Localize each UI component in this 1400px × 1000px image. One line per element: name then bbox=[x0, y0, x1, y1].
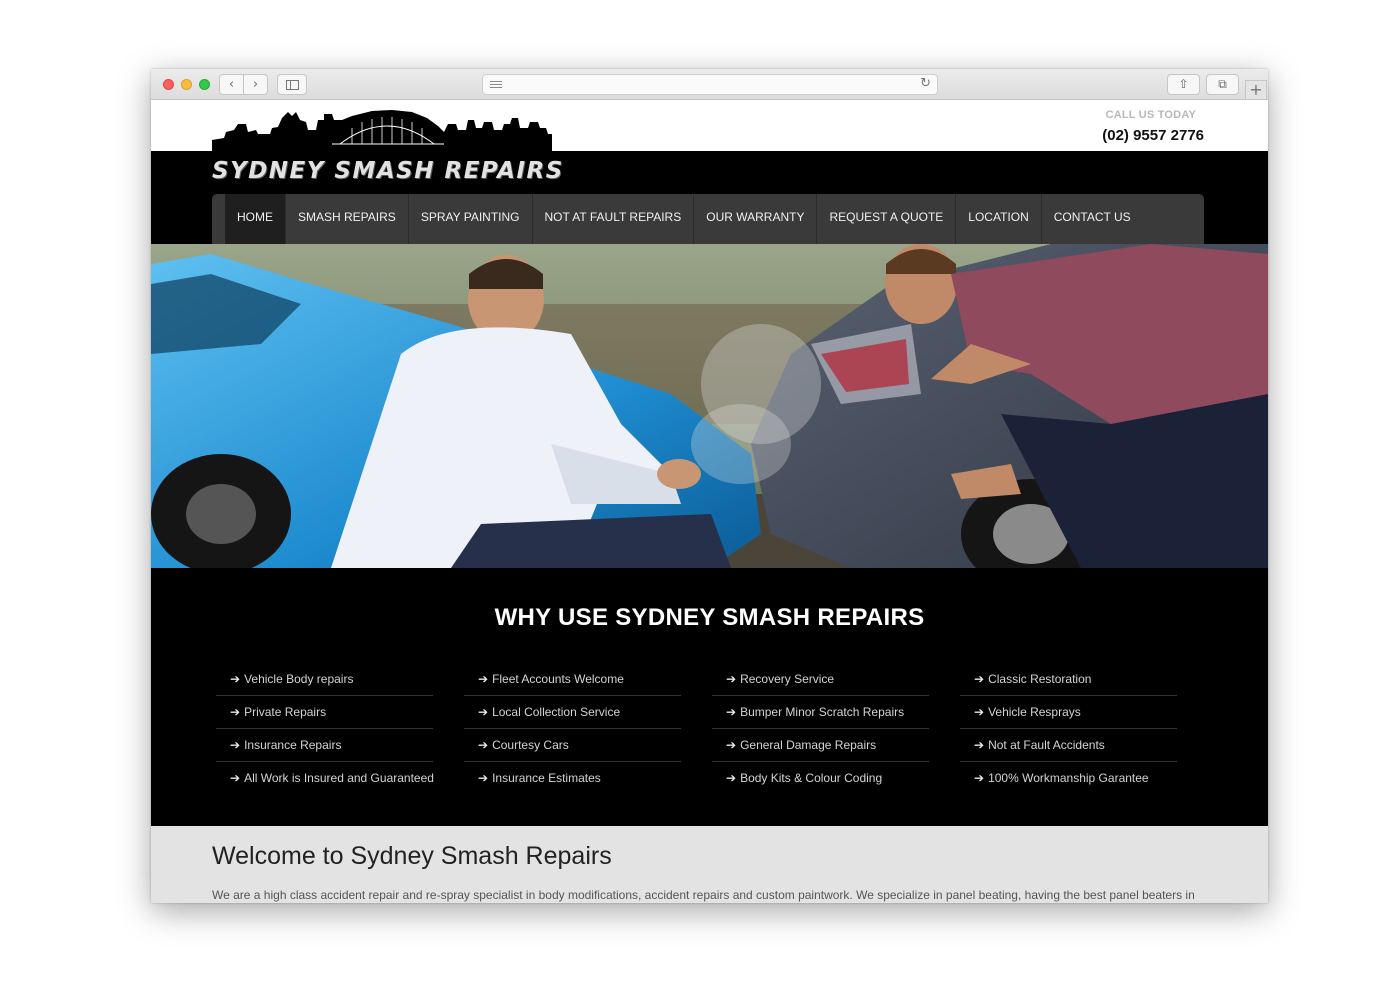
welcome-text: We are a high class accident repair and … bbox=[212, 888, 1195, 902]
feature-label: Bumper Minor Scratch Repairs bbox=[740, 705, 905, 719]
feature-label: All Work is Insured and Guaranteed bbox=[244, 771, 434, 785]
tabs-icon[interactable]: ⧉ bbox=[1206, 74, 1239, 95]
reader-icon[interactable] bbox=[490, 81, 502, 89]
arrow-right-icon: ➔ bbox=[974, 738, 985, 752]
feature-list-item: ➔ Classic Restoration bbox=[960, 663, 1177, 696]
forward-icon[interactable]: › bbox=[244, 75, 267, 94]
feature-list-item: ➔ Local Collection Service bbox=[464, 696, 681, 729]
feature-label: Private Repairs bbox=[244, 705, 327, 719]
arrow-right-icon: ➔ bbox=[230, 738, 241, 752]
arrow-right-icon: ➔ bbox=[974, 672, 985, 686]
nav-item-home[interactable]: HOME bbox=[225, 194, 286, 244]
welcome-heading: Welcome to Sydney Smash Repairs bbox=[212, 842, 612, 870]
welcome-section: Welcome to Sydney Smash Repairs We are a… bbox=[151, 826, 1268, 903]
arrow-right-icon: ➔ bbox=[726, 705, 737, 719]
nav-item-smash-repairs[interactable]: SMASH REPAIRS bbox=[286, 194, 409, 244]
sidebar-icon bbox=[286, 80, 299, 90]
arrow-right-icon: ➔ bbox=[478, 705, 489, 719]
arrow-right-icon: ➔ bbox=[230, 771, 241, 785]
feature-list-item: ➔ Insurance Repairs bbox=[216, 729, 433, 762]
feature-list-item: ➔ 100% Workmanship Garantee bbox=[960, 762, 1177, 795]
arrow-right-icon: ➔ bbox=[726, 738, 737, 752]
feature-list-item: ➔ Fleet Accounts Welcome bbox=[464, 663, 681, 696]
arrow-right-icon: ➔ bbox=[974, 705, 985, 719]
phone-number[interactable]: (02) 9557 2776 bbox=[1102, 127, 1204, 144]
reload-icon[interactable]: ↻ bbox=[920, 76, 931, 91]
feature-label: Body Kits & Colour Coding bbox=[740, 771, 883, 785]
feature-label: Insurance Estimates bbox=[492, 771, 601, 785]
nav-item-request-a-quote[interactable]: REQUEST A QUOTE bbox=[817, 194, 957, 244]
sidebar-toggle-button[interactable] bbox=[277, 74, 307, 95]
feature-label: Classic Restoration bbox=[988, 672, 1092, 686]
zoom-window-button[interactable] bbox=[199, 79, 210, 90]
feature-label: Courtesy Cars bbox=[492, 738, 569, 752]
feature-list-item: ➔ Bumper Minor Scratch Repairs bbox=[712, 696, 929, 729]
arrow-right-icon: ➔ bbox=[726, 672, 737, 686]
history-nav: ‹ › bbox=[219, 74, 268, 95]
feature-label: General Damage Repairs bbox=[740, 738, 877, 752]
why-use-section: WHY USE SYDNEY SMASH REPAIRS ➔ Vehicle Bo… bbox=[151, 568, 1268, 826]
arrow-right-icon: ➔ bbox=[478, 738, 489, 752]
main-navigation: HOME SMASH REPAIRS SPRAY PAINTING NOT AT FA… bbox=[212, 194, 1204, 244]
website: CALL US TODAY (02) 9557 2776 SYDNEY SMAS… bbox=[151, 100, 1268, 903]
feature-list-item: ➔ Vehicle Body repairs bbox=[216, 663, 433, 696]
back-icon[interactable]: ‹ bbox=[220, 75, 244, 94]
nav-item-spray-painting[interactable]: SPRAY PAINTING bbox=[409, 194, 533, 244]
address-bar[interactable]: ↻ bbox=[482, 74, 938, 95]
feature-label: Insurance Repairs bbox=[244, 738, 342, 752]
features-column: ➔ Vehicle Body repairs ➔ Private Repairs ➔ In… bbox=[216, 663, 434, 795]
features-column: ➔ Classic Restoration ➔ Vehicle Resprays ➔ No… bbox=[960, 663, 1177, 795]
nav-item-contact-us[interactable]: CONTACT US bbox=[1042, 194, 1143, 244]
feature-label: Not at Fault Accidents bbox=[988, 738, 1105, 752]
feature-list-item: ➔ Body Kits & Colour Coding bbox=[712, 762, 929, 795]
site-logo-text[interactable]: SYDNEY SMASH REPAIRS bbox=[212, 158, 562, 184]
browser-toolbar: ‹ › ↻ ⇧ ⧉ + bbox=[151, 69, 1268, 100]
feature-list-item: ➔ Recovery Service bbox=[712, 663, 929, 696]
arrow-right-icon: ➔ bbox=[230, 672, 241, 686]
feature-list-item: ➔ Vehicle Resprays bbox=[960, 696, 1177, 729]
feature-list-item: ➔ Insurance Estimates bbox=[464, 762, 681, 795]
close-window-button[interactable] bbox=[163, 79, 174, 90]
nav-item-our-warranty[interactable]: OUR WARRANTY bbox=[694, 194, 818, 244]
new-tab-button[interactable]: + bbox=[1245, 80, 1267, 100]
minimize-window-button[interactable] bbox=[181, 79, 192, 90]
arrow-right-icon: ➔ bbox=[974, 771, 985, 785]
nav-item-not-at-fault-repairs[interactable]: NOT AT FAULT REPAIRS bbox=[533, 194, 695, 244]
features-grid: ➔ Vehicle Body repairs ➔ Private Repairs ➔ In… bbox=[216, 663, 1208, 795]
feature-label: Recovery Service bbox=[740, 672, 835, 686]
feature-label: Local Collection Service bbox=[492, 705, 621, 719]
feature-label: 100% Workmanship Garantee bbox=[988, 771, 1149, 785]
why-section-title: WHY USE SYDNEY SMASH REPAIRS bbox=[494, 604, 925, 631]
browser-window: ‹ › ↻ ⇧ ⧉ + CALL US TODAY (02) 9557 2776 bbox=[151, 69, 1268, 903]
hero-image-car-accident bbox=[151, 244, 1268, 568]
nav-item-location[interactable]: LOCATION bbox=[956, 194, 1042, 244]
feature-list-item: ➔ Courtesy Cars bbox=[464, 729, 681, 762]
feature-label: Vehicle Resprays bbox=[988, 705, 1081, 719]
arrow-right-icon: ➔ bbox=[230, 705, 241, 719]
feature-list-item: ➔ All Work is Insured and Guaranteed bbox=[216, 762, 434, 795]
feature-list-item: ➔ Private Repairs bbox=[216, 696, 433, 729]
feature-label: Fleet Accounts Welcome bbox=[492, 672, 624, 686]
features-column: ➔ Recovery Service ➔ Bumper Minor Scratch R… bbox=[712, 663, 929, 795]
feature-label: Vehicle Body repairs bbox=[244, 672, 354, 686]
feature-list-item: ➔ Not at Fault Accidents bbox=[960, 729, 1177, 762]
share-icon[interactable]: ⇧ bbox=[1167, 74, 1200, 95]
arrow-right-icon: ➔ bbox=[726, 771, 737, 785]
feature-list-item: ➔ General Damage Repairs bbox=[712, 729, 929, 762]
features-column: ➔ Fleet Accounts Welcome ➔ Local Collection… bbox=[464, 663, 681, 795]
call-us-label: CALL US TODAY bbox=[1105, 109, 1196, 121]
sydney-skyline-logo[interactable] bbox=[212, 110, 552, 154]
arrow-right-icon: ➔ bbox=[478, 672, 489, 686]
arrow-right-icon: ➔ bbox=[478, 771, 489, 785]
